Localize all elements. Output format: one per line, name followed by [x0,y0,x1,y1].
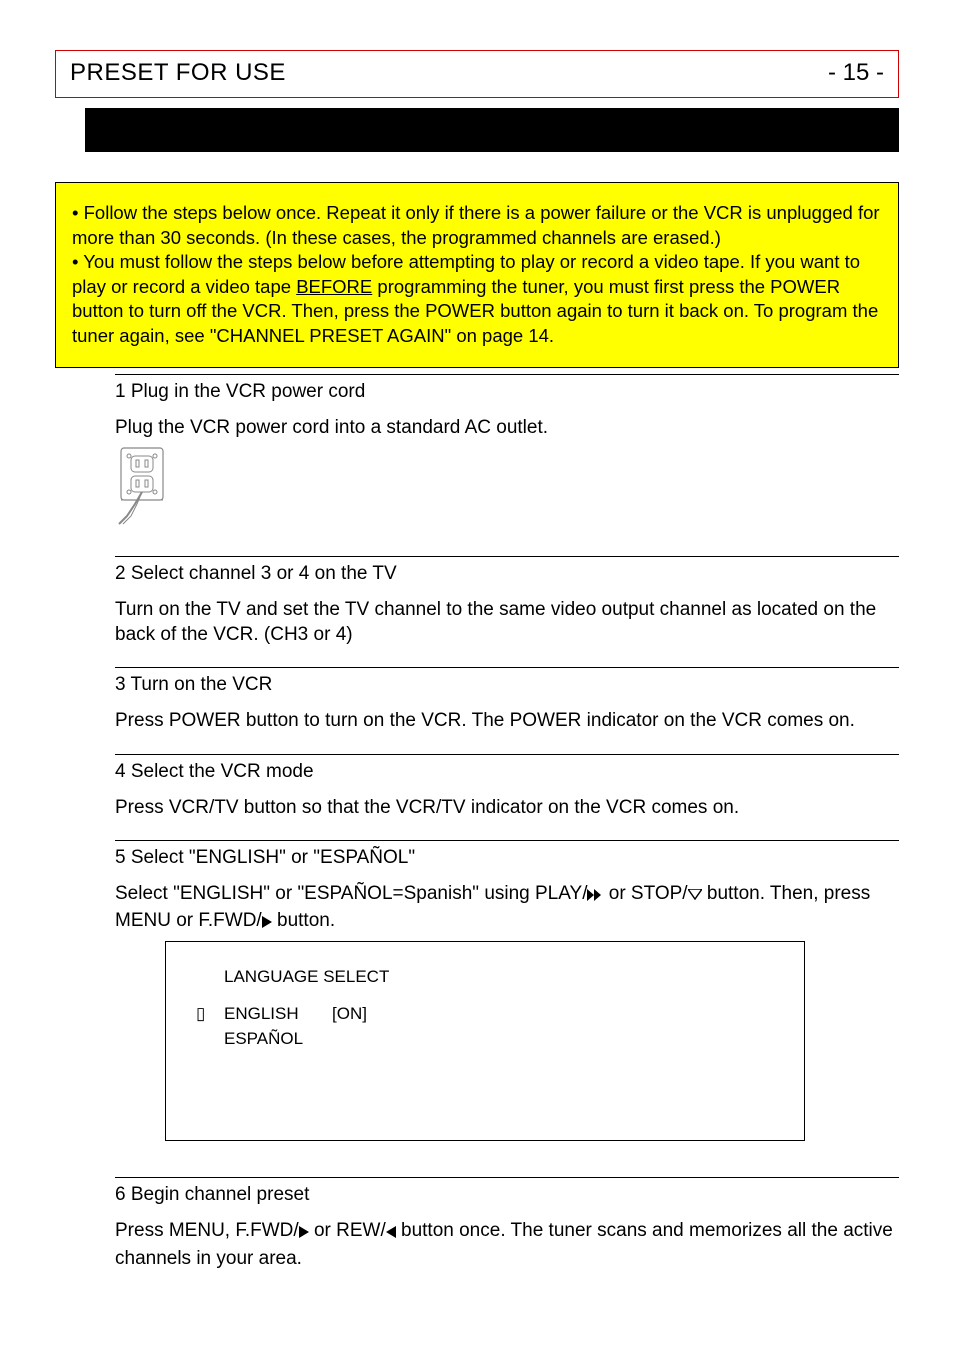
step-5-text-d: button. [272,910,335,931]
steps-content: 1 Plug in the VCR power cord Plug the VC… [115,374,899,1285]
step-3-title: 3 Turn on the VCR [115,672,899,700]
play-icon [299,1220,309,1245]
divider [115,374,899,375]
step-5-text-b: or STOP/ [603,883,687,904]
step-1-body: Plug the VCR power cord into a standard … [115,407,899,550]
outlet-illustration [115,446,175,526]
step-2-body: Turn on the TV and set the TV channel to… [115,589,899,662]
step-3-body: Press POWER button to turn on the VCR. T… [115,700,899,747]
step-5-body: Select "ENGLISH" or "ESPAÑOL=Spanish" us… [115,873,899,1172]
step-6-title: 6 Begin channel preset [115,1182,899,1210]
divider [115,1177,899,1178]
screen-option-english: ENGLISH [224,1003,314,1026]
step-6-text-a: Press MENU, F.FWD/ [115,1220,299,1241]
down-triangle-icon [688,883,702,908]
screen-title: LANGUAGE SELECT [224,966,774,989]
step-5-title: 5 Select "ENGLISH" or "ESPAÑOL" [115,845,899,873]
screen-row-espanol: ESPAÑOL [196,1028,774,1051]
notice-before-word: BEFORE [296,276,372,297]
step-2-title: 2 Select channel 3 or 4 on the TV [115,561,899,589]
step-6-body: Press MENU, F.FWD/ or REW/ button once. … [115,1210,899,1285]
step-1-body-text: Plug the VCR power cord into a standard … [115,417,548,438]
page-header-box: PRESET FOR USE - 15 - [55,50,899,98]
step-1-title: 1 Plug in the VCR power cord [115,379,899,407]
fast-forward-icon [587,883,603,908]
section-black-bar [85,108,899,152]
step-4-title: 4 Select the VCR mode [115,759,899,787]
page: PRESET FOR USE - 15 - • Follow the steps… [0,0,954,1345]
step-6-text-b: or REW/ [309,1220,386,1241]
notice-box: • Follow the steps below once. Repeat it… [55,182,899,368]
screen-row-english: ▯ ENGLISH [ON] [196,1003,774,1028]
notice-line-1: • Follow the steps below once. Repeat it… [72,202,880,248]
divider [115,667,899,668]
play-icon [262,910,272,935]
step-4-body: Press VCR/TV button so that the VCR/TV i… [115,787,899,834]
divider [115,754,899,755]
page-title: PRESET FOR USE [70,59,286,87]
selector-glyph: ▯ [196,1005,224,1028]
screen-option-espanol: ESPAÑOL [224,1028,314,1051]
divider [115,840,899,841]
language-select-screen: LANGUAGE SELECT ▯ ENGLISH [ON] ESPAÑOL [165,941,805,1141]
divider [115,556,899,557]
page-number: - 15 - [828,59,884,87]
screen-option-english-state: [ON] [332,1003,367,1026]
reverse-icon [386,1220,396,1245]
step-5-text-a: Select "ENGLISH" or "ESPAÑOL=Spanish" us… [115,883,587,904]
